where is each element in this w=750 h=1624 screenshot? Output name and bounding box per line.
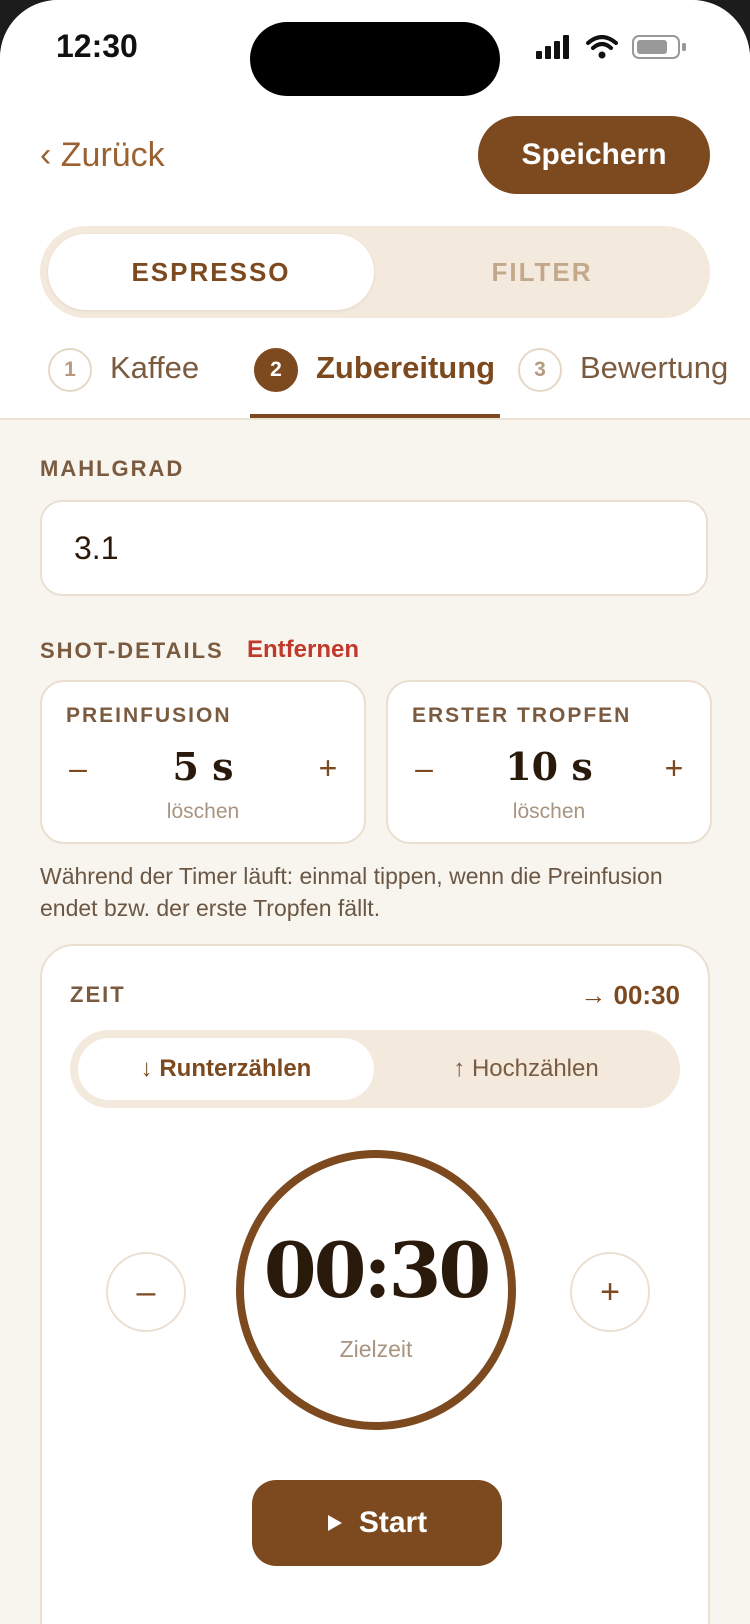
status-bar: 12:30 — [0, 0, 750, 96]
timer-label: ZEIT — [70, 982, 126, 1007]
back-button[interactable]: ‹ Zurück — [40, 136, 165, 175]
first-drop-clear-link[interactable]: löschen — [388, 800, 710, 824]
play-icon — [327, 1515, 342, 1531]
signal-icon — [536, 35, 569, 59]
brew-type-toggle: ESPRESSO FILTER — [40, 226, 710, 318]
status-icons — [536, 32, 688, 62]
first-drop-increase-button[interactable]: + — [654, 748, 694, 788]
grind-label: MAHLGRAD — [40, 456, 185, 481]
shot-details-label: SHOT-DETAILS — [40, 638, 224, 663]
top-bar: 12:30 ‹ Zurück Speichern ESPRESSO FILTER… — [0, 0, 750, 420]
battery-icon — [632, 35, 686, 59]
step-tabs: 1 Kaffee 2 Zubereitung 3 Bewertung — [0, 340, 750, 418]
step-number: 1 — [48, 348, 92, 392]
step-tab-kaffee[interactable]: 1 Kaffee — [48, 340, 199, 418]
timer-decrease-button[interactable]: – — [106, 1252, 186, 1332]
timer-mode-toggle: ↓ Runterzählen ↑ Hochzählen — [70, 1030, 680, 1108]
target-time: → 00:30 — [580, 980, 680, 1010]
header: ‹ Zurück Speichern — [0, 116, 750, 196]
mode-countup[interactable]: ↑ Hochzählen — [380, 1038, 672, 1100]
step-label: Zubereitung — [316, 350, 496, 385]
preinfusion-clear-link[interactable]: löschen — [42, 800, 364, 824]
card-title: PREINFUSION — [66, 704, 232, 727]
timer-sub-label: Zielzeit — [339, 1336, 413, 1362]
wifi-icon — [586, 35, 618, 59]
start-label: Start — [358, 1506, 428, 1539]
timer-card: ZEIT → 00:30 ↓ Runterzählen ↑ Hochzählen… — [40, 944, 710, 1624]
app-screen: 12:30 ‹ Zurück Speichern ESPRESSO FILTER… — [0, 0, 750, 1624]
step-tab-bewertung[interactable]: 3 Bewertung — [518, 340, 728, 418]
preinfusion-card: PREINFUSION – 5 s + löschen — [40, 680, 366, 844]
timer-increase-button[interactable]: + — [570, 1252, 650, 1332]
preinfusion-increase-button[interactable]: + — [308, 748, 348, 788]
mode-countdown[interactable]: ↓ Runterzählen — [78, 1038, 374, 1100]
remove-shot-details-button[interactable]: Entfernen — [247, 636, 359, 664]
dynamic-island — [250, 22, 500, 96]
timer-ring: 00:30 Zielzeit — [236, 1150, 516, 1430]
step-number: 2 — [254, 348, 298, 392]
step-tab-zubereitung[interactable]: 2 Zubereitung — [254, 340, 495, 418]
step-label: Kaffee — [110, 350, 200, 385]
status-time: 12:30 — [56, 28, 138, 64]
active-step-indicator — [250, 414, 500, 418]
timer-hint-text: Während der Timer läuft: einmal tippen, … — [40, 863, 663, 921]
step-label: Bewertung — [580, 350, 729, 385]
tab-filter[interactable]: FILTER — [382, 234, 702, 310]
first-drop-card: ERSTER TROPFEN – 10 s + löschen — [386, 680, 712, 844]
grind-input[interactable] — [40, 500, 708, 596]
card-title: ERSTER TROPFEN — [412, 704, 632, 727]
save-button[interactable]: Speichern — [478, 116, 710, 194]
tab-espresso[interactable]: ESPRESSO — [48, 234, 374, 310]
step-number: 3 — [518, 348, 562, 392]
timer-display: 00:30 — [263, 1226, 492, 1315]
start-button[interactable]: Start — [252, 1480, 502, 1566]
